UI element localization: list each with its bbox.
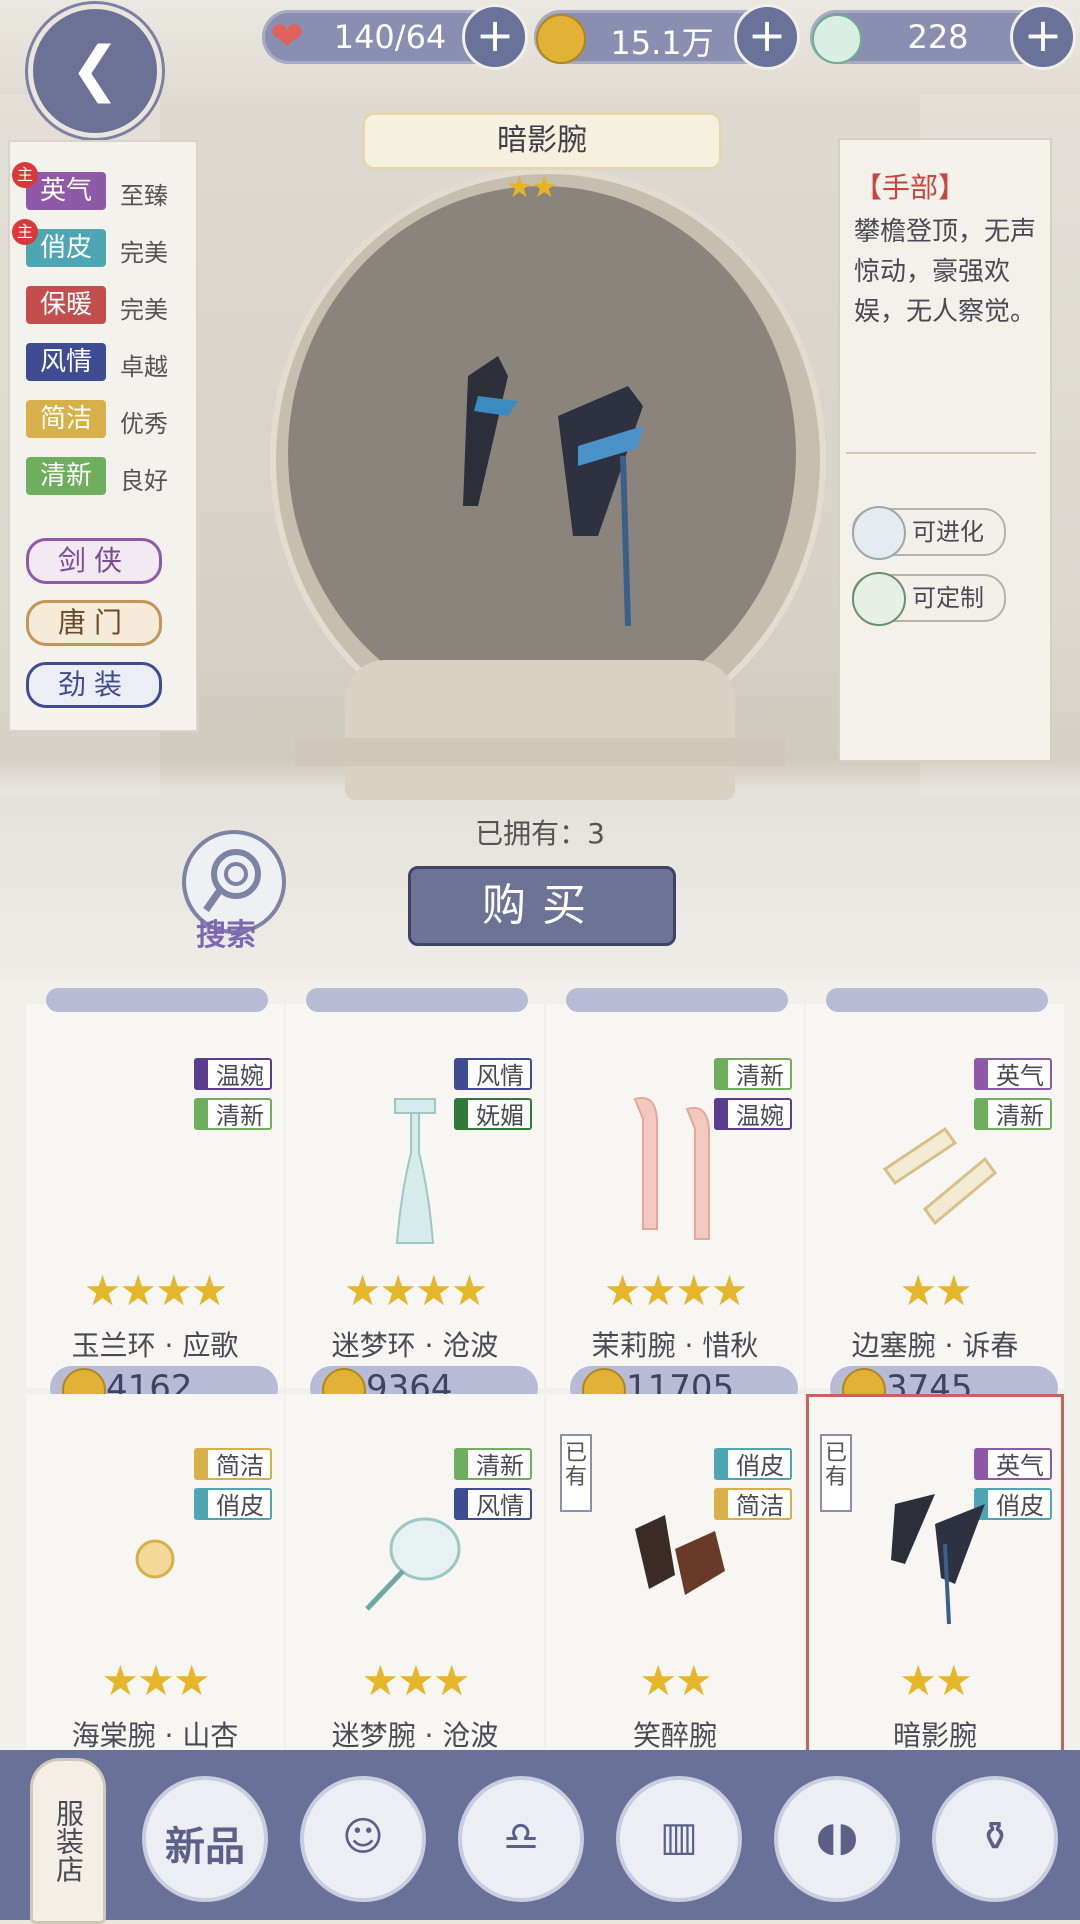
item-name: 海棠腕 · 山杏 <box>71 1719 239 1750</box>
item-image <box>26 1474 284 1644</box>
evolve-button[interactable]: 可进化 <box>852 506 1006 560</box>
tab-shoes[interactable]: ◖◗ <box>774 1776 900 1902</box>
item-preview <box>288 186 796 722</box>
style-tag-button[interactable]: 劲装 <box>26 662 162 708</box>
price-strip <box>566 988 788 1012</box>
price-strip <box>826 988 1048 1012</box>
item-description: 攀檐登顶，无声惊动，豪强欢娱，无人察觉。 <box>854 217 1037 327</box>
item-image <box>546 1474 804 1644</box>
add-stamina-button[interactable]: + <box>462 4 528 70</box>
attribute-tag: 俏皮 <box>26 229 106 267</box>
shop-sign: 服装店 <box>30 1758 106 1924</box>
owned-count: 已拥有：3 <box>475 817 605 850</box>
vase-icon: ⚱ <box>978 1814 1012 1860</box>
item-stars: ★★★★ <box>343 1266 489 1315</box>
item-card[interactable]: 俏皮 简洁 已有 ★★ 笑醉腕 <box>546 1394 804 1750</box>
bracer-image <box>463 356 643 627</box>
item-stars: ★★★★ <box>83 1266 229 1315</box>
search-label: 搜索 <box>196 918 256 953</box>
attribute-row: 简洁 优秀 <box>20 400 180 442</box>
item-name: 边塞腕 · 诉春 <box>851 1329 1019 1362</box>
attribute-level: 卓越 <box>120 353 168 381</box>
attribute-tag: 风情 <box>26 343 106 381</box>
item-card[interactable]: 清新 风情 ★★★ 迷梦腕 · 沧波 <box>286 1394 544 1750</box>
bracer-icon: ▥ <box>660 1814 698 1860</box>
item-card[interactable]: 温婉 清新 ★★★★ 玉兰环 · 应歌 4162 <box>26 988 284 1412</box>
shelf <box>295 738 785 766</box>
item-part: 【手部】 <box>854 171 967 204</box>
butterfly-back-icon: ❮ <box>69 34 121 104</box>
evolve-label: 可进化 <box>912 518 984 546</box>
item-name: 玉兰环 · 应歌 <box>71 1329 239 1362</box>
buy-button[interactable]: 购买 <box>408 866 676 946</box>
item-card[interactable]: 简洁 俏皮 ★★★ 海棠腕 · 山杏 <box>26 1394 284 1750</box>
tab-bracer[interactable]: ▥ <box>616 1776 742 1902</box>
item-stars: ★★ <box>899 1266 972 1315</box>
dress-icon: ♎ <box>503 1814 539 1860</box>
item-image <box>806 1474 1064 1644</box>
item-image <box>546 1084 804 1254</box>
attribute-level: 完美 <box>120 239 168 267</box>
mirror-stand <box>345 660 735 800</box>
item-title: 暗影腕 <box>362 112 722 170</box>
item-stars: ★★★ <box>101 1656 211 1705</box>
item-image <box>286 1084 544 1254</box>
hair-icon: ☺ <box>342 1814 384 1860</box>
item-card[interactable]: 清新 温婉 ★★★★ 茉莉腕 · 惜秋 11705 <box>546 988 804 1412</box>
tab-new[interactable]: 新品 <box>142 1776 268 1902</box>
item-stars: ★★★★ <box>603 1266 749 1315</box>
main-attribute-badge: 主 <box>12 162 38 188</box>
attribute-tag: 保暖 <box>26 286 106 324</box>
main-attribute-badge: 主 <box>12 219 38 245</box>
item-name: 笑醉腕 <box>632 1719 717 1750</box>
attribute-row: 保暖 完美 <box>20 286 180 328</box>
item-grid: 温婉 清新 ★★★★ 玉兰环 · 应歌 4162 风情 妩媚 ★★★★ 迷梦环 · 沧波 9364… <box>0 980 1080 1750</box>
tab-hair[interactable]: ☺ <box>300 1776 426 1902</box>
attribute-row: 俏皮 完美 主 <box>12 219 180 271</box>
add-coin-button[interactable]: + <box>734 4 800 70</box>
style-tag-button[interactable]: 剑侠 <box>26 538 162 584</box>
attribute-tag: 简洁 <box>26 400 106 438</box>
style-tag-button[interactable]: 唐门 <box>26 600 162 646</box>
attribute-level: 至臻 <box>120 182 168 210</box>
attribute-level: 优秀 <box>120 410 168 438</box>
item-name: 茉莉腕 · 惜秋 <box>591 1329 759 1362</box>
outfit-icon <box>852 572 906 626</box>
attribute-row: 英气 至臻 主 <box>12 162 180 214</box>
attribute-level: 完美 <box>120 296 168 324</box>
item-stars: ★★★ <box>361 1656 471 1705</box>
item-card[interactable]: 英气 清新 ★★ 边塞腕 · 诉春 3745 <box>806 988 1064 1412</box>
item-image <box>26 1084 284 1254</box>
customize-label: 可定制 <box>912 584 984 612</box>
item-image <box>286 1474 544 1644</box>
customize-button[interactable]: 可定制 <box>852 572 1006 626</box>
item-name: 迷梦腕 · 沧波 <box>331 1719 499 1750</box>
item-name: 迷梦环 · 沧波 <box>331 1329 499 1362</box>
item-name: 暗影腕 <box>892 1719 977 1750</box>
item-stars: ★★ <box>899 1656 972 1705</box>
attribute-tag: 清新 <box>26 457 106 495</box>
yarn-icon <box>852 506 906 560</box>
price-strip <box>306 988 528 1012</box>
tab-new-label: 新品 <box>165 1824 245 1870</box>
back-button[interactable]: ❮ <box>28 4 162 138</box>
tab-dress[interactable]: ♎ <box>458 1776 584 1902</box>
price-strip <box>46 988 268 1012</box>
attribute-level: 良好 <box>120 467 168 495</box>
attribute-row: 清新 良好 <box>20 457 180 499</box>
shoes-icon: ◖◗ <box>815 1814 859 1860</box>
item-stars: ★★ <box>639 1656 712 1705</box>
tab-accessory[interactable]: ⚱ <box>932 1776 1058 1902</box>
item-stars: ★★ <box>506 170 558 205</box>
add-jade-button[interactable]: + <box>1010 4 1076 70</box>
item-card[interactable]: 英气 俏皮 已有 ★★ 暗影腕 <box>806 1394 1064 1750</box>
divider <box>846 452 1036 454</box>
item-card[interactable]: 风情 妩媚 ★★★★ 迷梦环 · 沧波 9364 <box>286 988 544 1412</box>
attribute-row: 风情 卓越 <box>20 343 180 385</box>
item-image <box>806 1084 1064 1254</box>
attribute-tag: 英气 <box>26 172 106 210</box>
